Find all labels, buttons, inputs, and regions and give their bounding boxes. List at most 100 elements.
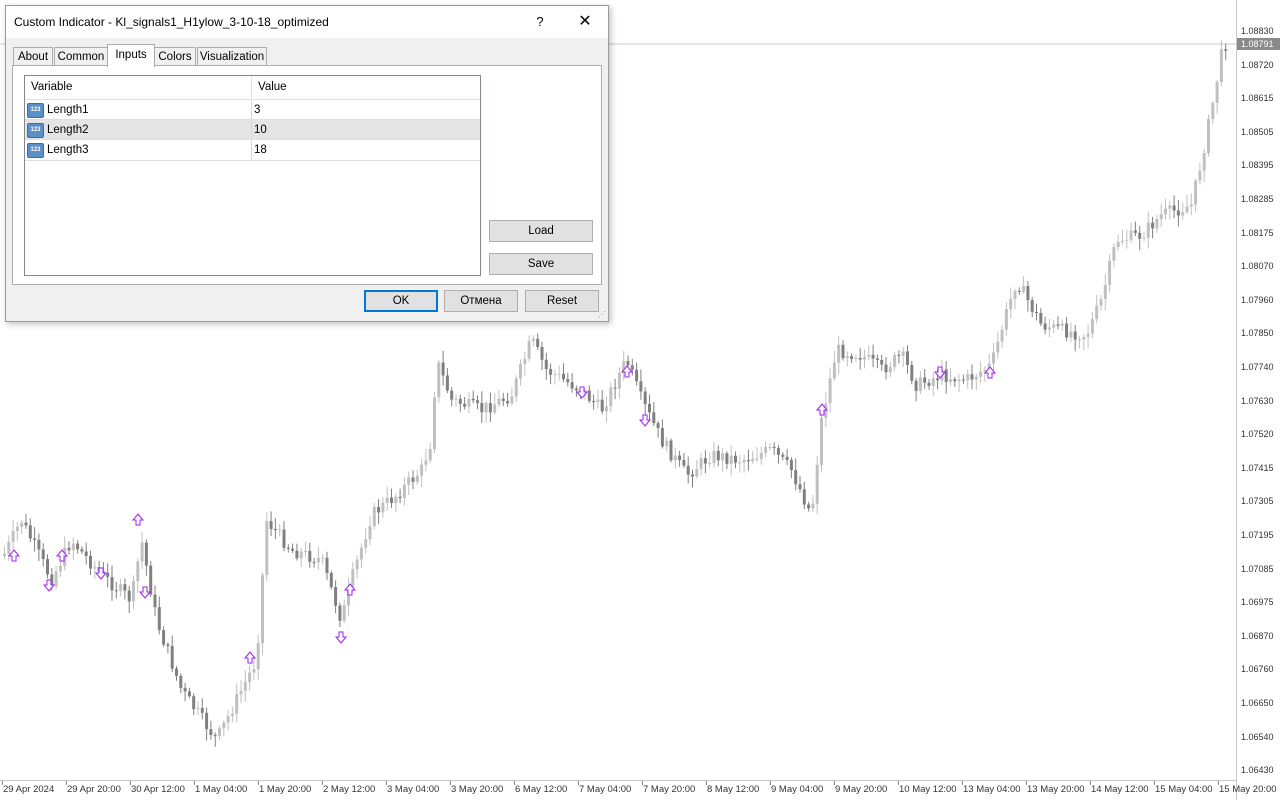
candle-body <box>570 382 574 389</box>
table-row[interactable]: 123 Length2 10 <box>25 119 480 140</box>
candle-body <box>734 455 737 463</box>
candle-body <box>183 687 187 692</box>
tab-inputs[interactable]: Inputs <box>107 44 155 67</box>
candle-body <box>777 448 780 455</box>
candle-body <box>918 377 922 391</box>
candle-body <box>845 356 849 359</box>
candle-body <box>239 690 243 695</box>
candle-body <box>923 377 927 383</box>
candle-body <box>269 521 273 530</box>
integer-type-icon: 123 <box>27 123 44 138</box>
candle-body <box>716 450 720 461</box>
reset-button[interactable]: Reset <box>525 290 599 312</box>
integer-type-icon: 123 <box>27 103 44 118</box>
candle-body <box>41 549 45 560</box>
tab-visualization[interactable]: Visualization <box>197 47 267 66</box>
candle-body <box>957 379 961 382</box>
candle-body <box>712 450 716 463</box>
candle-body <box>1039 313 1043 324</box>
time-tick-label: 1 May 20:00 <box>259 784 312 795</box>
candle-body <box>566 379 570 383</box>
candle-body <box>140 542 144 562</box>
candle-body <box>424 460 428 465</box>
tab-common[interactable]: Common <box>54 47 108 66</box>
candle-body <box>1052 324 1056 328</box>
candle-body <box>407 477 411 485</box>
price-tick-label: 1.06760 <box>1241 664 1274 675</box>
candle-body <box>897 354 901 356</box>
help-button[interactable]: ? <box>528 11 552 33</box>
candle-body <box>304 550 307 552</box>
candle-body <box>471 398 475 401</box>
candle-body <box>437 362 441 398</box>
candle-body <box>686 465 690 475</box>
candle-body <box>222 722 226 729</box>
candle-body <box>605 406 608 412</box>
candle-body <box>1060 323 1064 326</box>
time-tick-label: 13 May 04:00 <box>963 784 1021 795</box>
tab-colors[interactable]: Colors <box>154 47 196 66</box>
candle-body <box>127 590 131 602</box>
price-tick-label: 1.06430 <box>1241 765 1274 776</box>
candle-body <box>187 691 191 697</box>
inputs-table[interactable]: Variable Value 123 Length1 3 123 Length2… <box>24 75 481 276</box>
table-row[interactable]: 123 Length1 3 <box>25 99 480 120</box>
candle-body <box>678 455 682 461</box>
tab-about[interactable]: About <box>13 47 53 66</box>
save-button[interactable]: Save <box>489 253 593 275</box>
sell-signal-arrow-icon <box>933 366 947 379</box>
load-button[interactable]: Load <box>489 220 593 242</box>
candle-body <box>205 712 209 730</box>
integer-type-icon: 123 <box>27 143 44 158</box>
candle-body <box>557 373 561 375</box>
candle-body <box>936 378 940 381</box>
resize-grip-icon[interactable]: ⋰ <box>598 311 606 319</box>
buy-signal-arrow-icon <box>7 549 21 562</box>
value-field[interactable]: 10 <box>254 120 267 140</box>
candle-body <box>1211 102 1215 119</box>
variable-cell: 123 Length2 <box>25 120 252 140</box>
candle-body <box>308 550 312 562</box>
cancel-button[interactable]: Отмена <box>444 290 518 312</box>
candle-body <box>1000 329 1004 342</box>
candle-body <box>660 428 664 447</box>
candle-body <box>643 391 647 404</box>
sell-signal-arrow-icon <box>138 586 152 599</box>
candle-body <box>450 390 454 400</box>
candle-body <box>1215 81 1219 103</box>
candle-body <box>961 379 965 381</box>
column-header-variable[interactable]: Variable <box>25 76 252 98</box>
price-tick-label: 1.07195 <box>1241 530 1274 540</box>
price-tick-label: 1.06650 <box>1241 698 1274 708</box>
candle-body <box>1181 212 1185 216</box>
candle-body <box>1138 232 1142 239</box>
candle-body <box>639 381 643 392</box>
candle-body <box>1043 323 1047 330</box>
candle-body <box>880 359 884 365</box>
candle-body <box>248 672 252 682</box>
candle-body <box>359 547 363 560</box>
dialog-titlebar[interactable]: Custom Indicator - Kl_signals1_H1ylow_3-… <box>6 6 608 38</box>
variable-name: Length1 <box>47 104 89 116</box>
time-tick-label: 6 May 12:00 <box>515 784 568 795</box>
candle-body <box>1224 49 1228 51</box>
close-icon[interactable]: ✕ <box>572 11 598 33</box>
price-axis: 1.08830 1.08720 1.08615 1.08505 1.08395 1.082… <box>1236 0 1280 800</box>
candle-body <box>992 352 995 364</box>
candle-body <box>824 403 828 418</box>
candle-body <box>562 373 565 380</box>
candle-body <box>89 555 92 569</box>
candle-body <box>230 713 234 716</box>
candle-body <box>1035 311 1038 314</box>
candle-body <box>28 525 32 539</box>
candle-body <box>497 398 501 405</box>
ok-button[interactable]: OK <box>364 290 438 312</box>
time-tick-label: 2 May 12:00 <box>323 784 376 795</box>
price-tick-label: 1.08070 <box>1241 261 1274 272</box>
candle-body <box>196 708 200 710</box>
column-header-value[interactable]: Value <box>252 76 480 98</box>
candle-body <box>1151 222 1155 229</box>
table-row[interactable]: 123 Length3 18 <box>25 139 480 161</box>
value-field[interactable]: 3 <box>254 100 260 120</box>
value-field[interactable]: 18 <box>254 140 267 160</box>
